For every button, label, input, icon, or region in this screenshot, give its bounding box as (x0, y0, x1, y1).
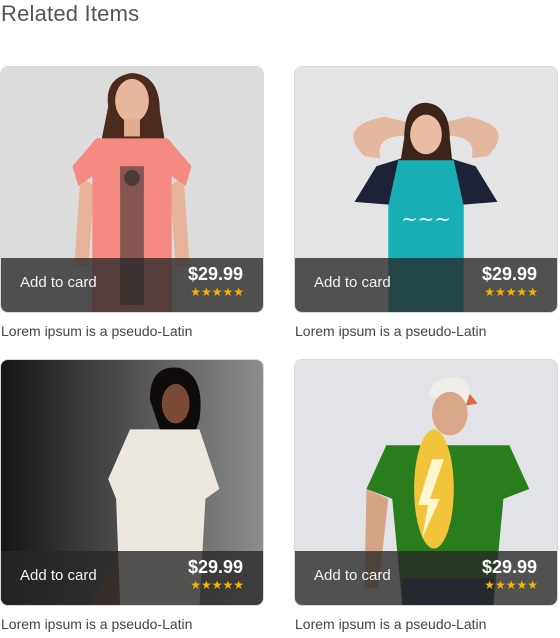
rating-stars: ★★★★★ (484, 285, 538, 299)
card-overlay: Add to card $29.99 ★★★★★ (1, 258, 263, 312)
product-image[interactable]: Add to card $29.99 ★★★★★ (0, 66, 264, 313)
section-title: Related Items (1, 1, 140, 26)
card-overlay: Add to card $29.99 ★★★★★ (1, 551, 263, 605)
product-image[interactable]: Add to card $29.99 ★★★★★ (0, 359, 264, 606)
add-to-cart-button[interactable]: Add to card (314, 567, 391, 584)
product-card[interactable]: Add to card $29.99 ★★★★★ Lorem ipsum is … (294, 359, 558, 632)
product-caption[interactable]: Lorem ipsum is a pseudo-Latin (295, 323, 486, 339)
price: $29.99 (481, 264, 537, 284)
add-to-cart-button[interactable]: Add to card (20, 274, 97, 291)
add-to-cart-button[interactable]: Add to card (20, 567, 97, 584)
price: $29.99 (187, 264, 243, 284)
product-card[interactable]: ~~~ Add to card $29.99 ★★★★★ Lorem ipsum… (294, 66, 558, 339)
svg-text:~~~: ~~~ (401, 208, 451, 231)
card-overlay: Add to card $29.99 ★★★★★ (295, 258, 557, 312)
product-caption[interactable]: Lorem ipsum is a pseudo-Latin (1, 323, 192, 339)
rating-stars: ★★★★★ (190, 578, 244, 592)
add-to-cart-button[interactable]: Add to card (314, 274, 391, 291)
product-image[interactable]: Add to card $29.99 ★★★★★ (294, 359, 558, 606)
product-image[interactable]: ~~~ Add to card $29.99 ★★★★★ (294, 66, 558, 313)
rating-stars: ★★★★★ (484, 578, 538, 592)
price: $29.99 (187, 557, 243, 577)
product-caption[interactable]: Lorem ipsum is a pseudo-Latin (295, 616, 486, 632)
product-caption[interactable]: Lorem ipsum is a pseudo-Latin (1, 616, 192, 632)
product-card[interactable]: Add to card $29.99 ★★★★★ Lorem ipsum is … (0, 359, 264, 632)
rating-stars: ★★★★★ (190, 285, 244, 299)
card-overlay: Add to card $29.99 ★★★★★ (295, 551, 557, 605)
product-card[interactable]: Add to card $29.99 ★★★★★ Lorem ipsum is … (0, 66, 264, 339)
price: $29.99 (481, 557, 537, 577)
